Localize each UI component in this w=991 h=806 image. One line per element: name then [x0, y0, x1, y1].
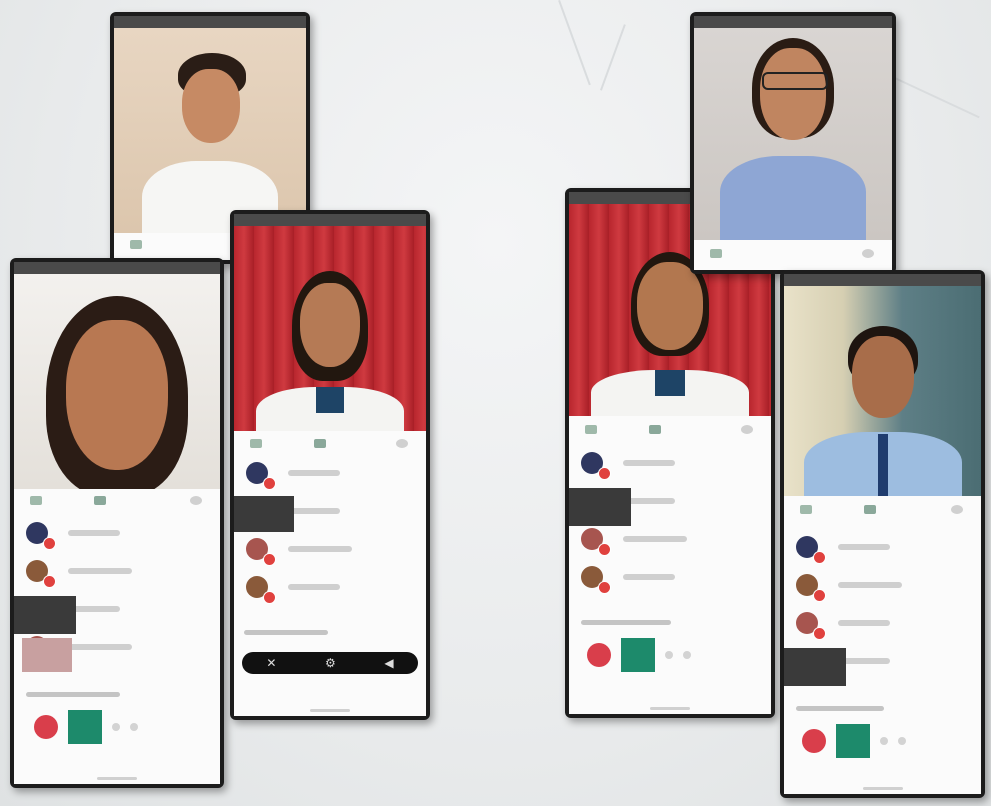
list-item[interactable]: [14, 552, 220, 590]
video-feed: [14, 274, 220, 489]
close-icon[interactable]: ✕: [266, 656, 276, 670]
participant-thumbnail[interactable]: [22, 638, 72, 672]
mute-icon[interactable]: [665, 651, 673, 659]
app-icon[interactable]: [710, 248, 722, 258]
settings-icon[interactable]: [862, 248, 874, 258]
media-controls: ✕ ⚙ ◀: [242, 652, 418, 674]
caller-avatar[interactable]: [587, 643, 611, 667]
phone-6: [780, 270, 985, 798]
call-controls: [587, 638, 691, 672]
participant-video: [32, 296, 202, 489]
settings-icon[interactable]: [741, 424, 753, 434]
list-item[interactable]: [14, 514, 220, 552]
caller-avatar[interactable]: [802, 729, 826, 753]
list-item[interactable]: [234, 454, 426, 492]
list-item[interactable]: [234, 530, 426, 568]
self-view-thumbnail[interactable]: [14, 596, 76, 634]
self-view-thumbnail[interactable]: [569, 488, 631, 526]
participant-video: [708, 38, 878, 240]
status-bar: [694, 16, 892, 28]
gesture-bar: [310, 709, 350, 712]
status-bar: [114, 16, 306, 28]
caller-avatar[interactable]: [34, 715, 58, 739]
participant-video: [798, 326, 968, 496]
phone-5: [690, 12, 896, 274]
list-item[interactable]: [784, 528, 981, 566]
gesture-bar: [97, 777, 137, 780]
gesture-bar: [650, 707, 690, 710]
list-item[interactable]: [234, 568, 426, 606]
call-controls: [34, 710, 138, 744]
chat-icon[interactable]: [649, 424, 661, 434]
mute-icon[interactable]: [880, 737, 888, 745]
app-icon[interactable]: [585, 424, 597, 434]
phone-2: [10, 258, 224, 788]
call-toolbar: [14, 489, 220, 511]
app-icon[interactable]: [130, 239, 142, 249]
participant-video: [250, 271, 410, 431]
settings-icon[interactable]: [396, 438, 408, 448]
section-label: [581, 620, 671, 625]
self-view-thumbnail[interactable]: [234, 496, 294, 532]
shared-tile[interactable]: [68, 710, 102, 744]
status-bar: [784, 274, 981, 286]
app-icon[interactable]: [800, 504, 812, 514]
call-controls: [802, 724, 906, 758]
volume-icon[interactable]: ◀: [384, 656, 393, 670]
list-item[interactable]: [784, 604, 981, 642]
video-feed: [234, 226, 426, 431]
more-icon[interactable]: [130, 723, 138, 731]
settings-icon[interactable]: [190, 495, 202, 505]
chat-icon[interactable]: [94, 495, 106, 505]
self-view-thumbnail[interactable]: [784, 648, 846, 686]
status-bar: [234, 214, 426, 226]
list-item[interactable]: [569, 444, 771, 482]
call-toolbar: [569, 418, 771, 440]
participant-video: [585, 252, 755, 416]
more-icon[interactable]: [683, 651, 691, 659]
app-icon[interactable]: [250, 438, 262, 448]
status-bar: [14, 262, 220, 274]
chat-icon[interactable]: [864, 504, 876, 514]
section-label: [244, 630, 328, 635]
chat-icon[interactable]: [314, 438, 326, 448]
phone-3: ✕ ⚙ ◀: [230, 210, 430, 720]
video-feed: [784, 286, 981, 496]
video-feed: [694, 28, 892, 240]
background-line: [600, 24, 626, 91]
list-item[interactable]: [569, 558, 771, 596]
shared-tile[interactable]: [621, 638, 655, 672]
more-icon[interactable]: [898, 737, 906, 745]
section-label: [796, 706, 884, 711]
list-item[interactable]: [784, 566, 981, 604]
call-toolbar: [234, 432, 426, 454]
call-toolbar: [694, 242, 892, 264]
participant-video: [130, 53, 290, 233]
background-line: [558, 0, 591, 86]
video-feed: [114, 28, 306, 233]
section-label: [26, 692, 120, 697]
settings-icon[interactable]: [951, 504, 963, 514]
shared-tile[interactable]: [836, 724, 870, 758]
mute-icon[interactable]: [112, 723, 120, 731]
gear-icon[interactable]: ⚙: [325, 656, 336, 670]
call-toolbar: [784, 498, 981, 520]
gesture-bar: [862, 787, 903, 790]
app-icon[interactable]: [30, 495, 42, 505]
